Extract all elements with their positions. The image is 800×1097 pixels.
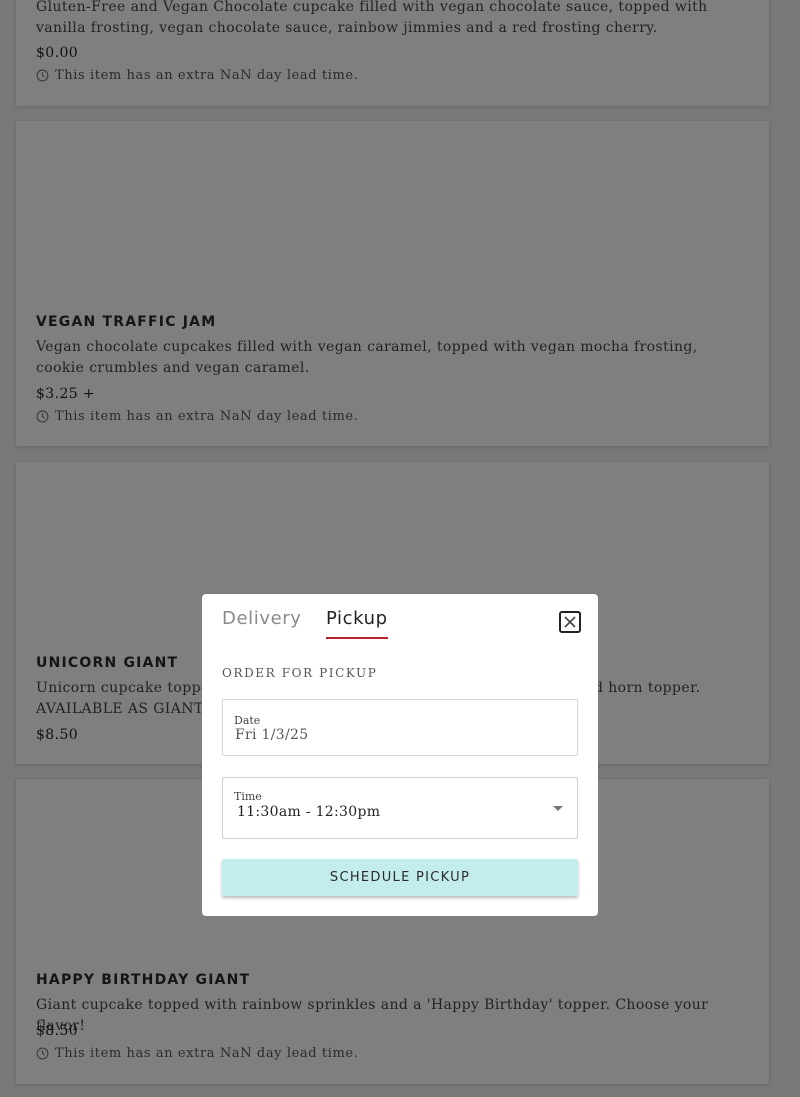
time-value: 11:30am - 12:30pm [237, 804, 381, 820]
modal-backdrop[interactable] [0, 0, 800, 1097]
time-label: Time [234, 790, 262, 803]
tab-delivery[interactable]: Delivery [222, 608, 302, 637]
date-field[interactable]: Date Fri 1/3/25 [222, 699, 578, 756]
close-icon [564, 616, 576, 628]
date-label: Date [234, 714, 261, 727]
date-value: Fri 1/3/25 [235, 727, 309, 743]
tab-pickup[interactable]: Pickup [326, 608, 388, 639]
menu-page: Gluten-Free and Vegan Chocolate cupcake … [0, 0, 800, 1097]
time-select[interactable]: Time 11:30am - 12:30pm [222, 777, 578, 839]
chevron-down-icon [553, 806, 563, 811]
order-type-modal: Delivery Pickup ORDER FOR PICKUP Date Fr… [202, 594, 598, 916]
schedule-pickup-button[interactable]: SCHEDULE PICKUP [222, 859, 578, 896]
order-heading: ORDER FOR PICKUP [222, 666, 378, 680]
close-button[interactable] [559, 611, 581, 633]
